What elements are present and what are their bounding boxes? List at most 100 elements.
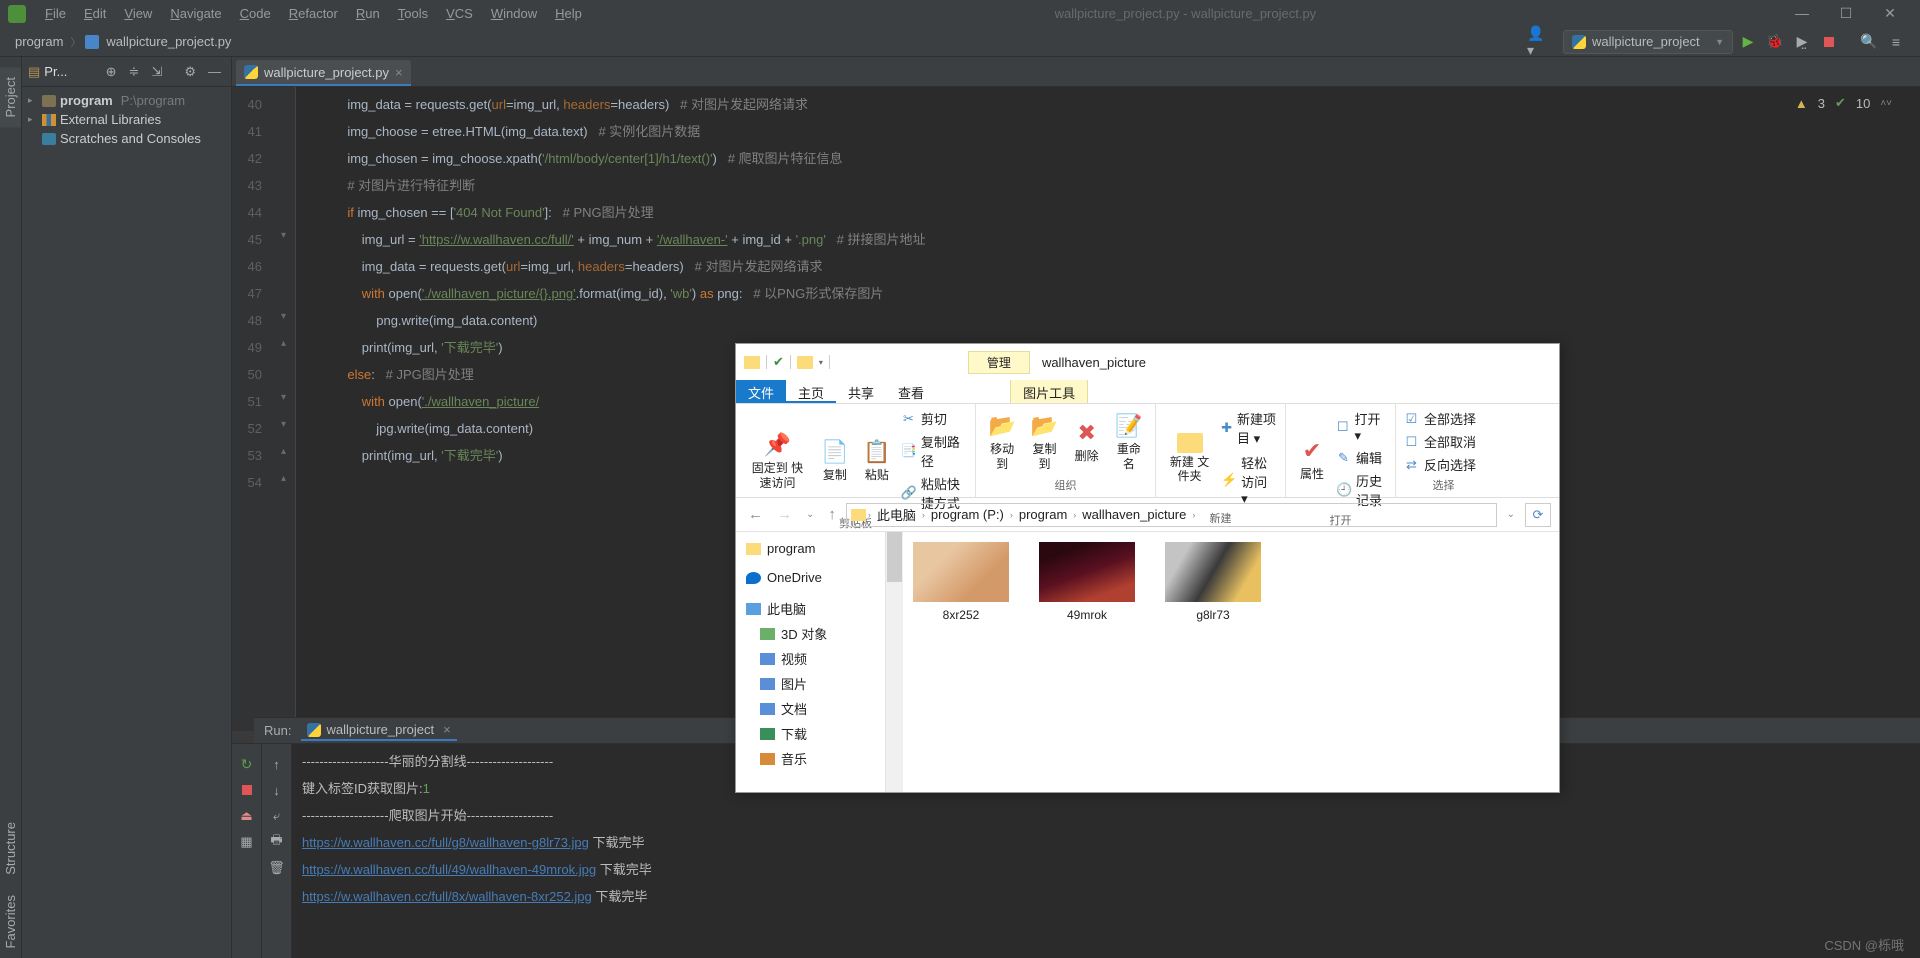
delete-button[interactable]: ✖删除: [1069, 417, 1105, 465]
nav-item[interactable]: program: [736, 538, 885, 559]
share-tab[interactable]: 共享: [836, 380, 886, 403]
inspection-widget[interactable]: ▲3 ✔10 ˄˅: [1795, 95, 1892, 111]
nav-item[interactable]: 下载: [736, 721, 885, 746]
copy-button[interactable]: 📄复制: [817, 436, 853, 484]
favorites-tool-tab[interactable]: Favorites: [0, 885, 21, 958]
layout-button[interactable]: ▦: [235, 830, 259, 854]
address-bar[interactable]: ›此电脑›program (P:)›program›wallhaven_pict…: [846, 503, 1497, 527]
tree-root[interactable]: ▸ program P:\program: [24, 91, 229, 110]
file-item[interactable]: g8lr73: [1165, 542, 1261, 622]
up-button[interactable]: ↑: [265, 752, 289, 776]
nav-item[interactable]: OneDrive: [736, 567, 885, 588]
up-button[interactable]: ↑: [824, 506, 840, 523]
close-button[interactable]: ✕: [1868, 0, 1912, 27]
external-libraries[interactable]: ▸ External Libraries: [24, 110, 229, 129]
menu-view[interactable]: View: [115, 6, 161, 21]
path-segment[interactable]: program: [1015, 507, 1071, 522]
picture-tools-tab[interactable]: 图片工具: [1010, 380, 1088, 403]
selectnone-button[interactable]: ☐全部取消: [1404, 431, 1476, 452]
menu-help[interactable]: Help: [546, 6, 591, 21]
quick-access-toolbar[interactable]: ✔ ▾: [736, 354, 838, 370]
nav-item[interactable]: 视频: [736, 646, 885, 671]
exit-button[interactable]: ⏏: [235, 804, 259, 828]
minimize-button[interactable]: —: [1780, 0, 1824, 27]
file-item[interactable]: 49mrok: [1039, 542, 1135, 622]
open-button[interactable]: ☐打开 ▾: [1336, 408, 1387, 445]
file-list[interactable]: 8xr252 49mrok g8lr73: [903, 532, 1559, 792]
pin-button[interactable]: 📌固定到 快速访问: [744, 429, 811, 492]
structure-tool-tab[interactable]: Structure: [0, 812, 21, 885]
clear-button[interactable]: 🗑: [265, 856, 289, 880]
menu-run[interactable]: Run: [347, 6, 389, 21]
chevron-up-down-icon[interactable]: ˄˅: [1880, 98, 1892, 109]
menu-vcs[interactable]: VCS: [437, 6, 482, 21]
edit-button[interactable]: ✎编辑: [1336, 447, 1387, 468]
hide-icon[interactable]: —: [204, 64, 225, 79]
paste-button[interactable]: 📋粘贴: [859, 436, 895, 484]
forward-button[interactable]: →: [773, 506, 796, 523]
run-button[interactable]: ▶: [1736, 31, 1760, 53]
rerun-button[interactable]: ↻: [235, 752, 259, 776]
selectall-button[interactable]: ☑全部选择: [1404, 408, 1476, 429]
close-icon[interactable]: ×: [443, 722, 451, 737]
menu-refactor[interactable]: Refactor: [280, 6, 347, 21]
breadcrumb-root[interactable]: program: [12, 34, 66, 49]
menu-file[interactable]: File: [36, 6, 75, 21]
file-item[interactable]: 8xr252: [913, 542, 1009, 622]
nav-item[interactable]: 音乐: [736, 746, 885, 771]
nav-item[interactable]: 文档: [736, 696, 885, 721]
back-button[interactable]: ←: [744, 506, 767, 523]
menu-window[interactable]: Window: [482, 6, 546, 21]
chevron-right-icon[interactable]: ▸: [28, 114, 38, 125]
menu-edit[interactable]: Edit: [75, 6, 115, 21]
invertsel-button[interactable]: ⇄反向选择: [1404, 454, 1476, 475]
debug-button[interactable]: 🐞: [1763, 31, 1787, 53]
path-segment[interactable]: program (P:): [927, 507, 1008, 522]
cut-button[interactable]: ✂剪切: [901, 408, 967, 429]
user-icon[interactable]: 👤▾: [1527, 31, 1551, 53]
close-tab-icon[interactable]: ×: [395, 65, 403, 80]
newfolder-button[interactable]: 新建 文件夹: [1164, 431, 1215, 486]
coverage-button[interactable]: ▶̤: [1790, 31, 1814, 53]
stop-button[interactable]: [1817, 31, 1841, 53]
addr-dropdown[interactable]: ⌄: [1503, 509, 1519, 520]
properties-button[interactable]: ✔属性: [1294, 435, 1330, 483]
view-tab[interactable]: 查看: [886, 380, 936, 403]
rename-button[interactable]: 📝重命名: [1111, 410, 1147, 473]
chevron-right-icon[interactable]: ▸: [28, 95, 38, 106]
menu-code[interactable]: Code: [231, 6, 280, 21]
home-tab[interactable]: 主页: [786, 380, 836, 403]
path-segment[interactable]: wallhaven_picture: [1078, 507, 1190, 522]
recent-dropdown[interactable]: ⌄: [802, 509, 818, 520]
run-config-selector[interactable]: wallpicture_project ▼: [1563, 30, 1733, 54]
newitem-button[interactable]: ✚新建项目 ▾: [1221, 408, 1277, 448]
print-button[interactable]: 🖶: [265, 830, 289, 854]
nav-item[interactable]: 此电脑: [736, 596, 885, 621]
stop-run-button[interactable]: [235, 778, 259, 802]
soft-wrap-button[interactable]: ⤶: [265, 804, 289, 828]
easyaccess-button[interactable]: ⚡轻松访问 ▾: [1221, 452, 1277, 508]
nav-scrollbar[interactable]: [886, 532, 903, 792]
menu-navigate[interactable]: Navigate: [161, 6, 230, 21]
target-icon[interactable]: ⊕: [102, 64, 121, 80]
copypath-button[interactable]: 📑复制路径: [901, 431, 967, 471]
moveto-button[interactable]: 📂移动到: [984, 410, 1020, 473]
gear-icon[interactable]: ⚙: [180, 64, 200, 80]
path-segment[interactable]: 此电脑: [873, 505, 920, 524]
menu-tools[interactable]: Tools: [389, 6, 437, 21]
fold-gutter[interactable]: ▾▾▴▾▾▴▴: [272, 87, 296, 731]
search-button[interactable]: 🔍: [1857, 31, 1881, 53]
manage-tab[interactable]: 管理: [968, 351, 1030, 374]
nav-item[interactable]: 图片: [736, 671, 885, 696]
maximize-button[interactable]: ☐: [1824, 0, 1868, 27]
expand-icon[interactable]: ⇲: [147, 64, 166, 80]
copyto-button[interactable]: 📂复制到: [1026, 410, 1062, 473]
refresh-button[interactable]: ⟳: [1525, 503, 1551, 527]
scratches[interactable]: Scratches and Consoles: [24, 129, 229, 148]
down-button[interactable]: ↓: [265, 778, 289, 802]
editor-tab[interactable]: wallpicture_project.py ×: [236, 60, 411, 86]
project-tool-tab[interactable]: Project: [0, 67, 21, 127]
nav-item[interactable]: 3D 对象: [736, 621, 885, 646]
settings-button[interactable]: ≡: [1884, 31, 1908, 53]
nav-pane[interactable]: program OneDrive 此电脑 3D 对象 视频 图片 文档 下载 音…: [736, 532, 886, 792]
